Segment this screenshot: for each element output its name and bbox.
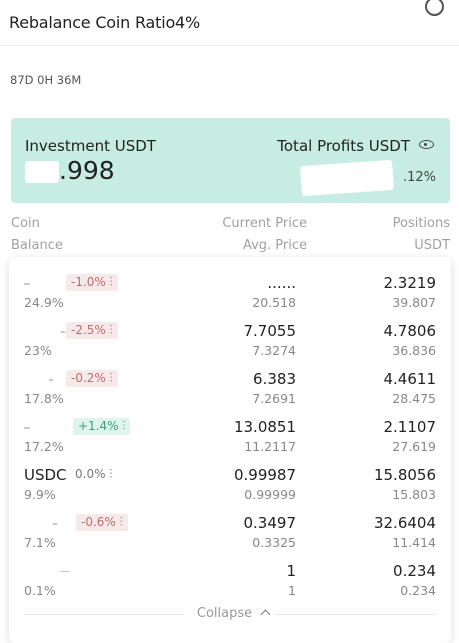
redaction-mask [25, 161, 59, 183]
current-price: 0.99987 [233, 466, 296, 484]
column-header-usdt: USDT [414, 238, 450, 253]
position-usdt: 15.803 [392, 487, 436, 502]
balance-share: 7.1% [24, 535, 56, 550]
table-row[interactable]: USDC 0.0% ⫶ 9.9% 0.99987 0.99999 15.8056… [9, 462, 451, 510]
total-profits-percent: .12% [402, 170, 436, 185]
change-badge: -0.6% ⫶ [76, 514, 128, 531]
total-profits-label: Total Profits USDT [277, 137, 410, 155]
header: Rebalance Coin Ratio4% [0, 0, 459, 46]
candlestick-icon[interactable]: ⫶ [110, 323, 113, 337]
balance-share: 23% [24, 343, 52, 358]
candlestick-icon[interactable]: ⫶ [110, 371, 113, 385]
avg-price: 11.2117 [244, 439, 296, 454]
eye-icon[interactable] [419, 140, 434, 149]
avg-price: 7.2691 [252, 391, 296, 406]
current-price: 7.7055 [243, 322, 297, 340]
table-row[interactable]: -1.0% ⫶ 24.9% ...... 20.518 2.3219 39.80… [9, 270, 451, 318]
position-amount: 2.1107 [383, 418, 437, 436]
balance-share: 17.2% [24, 439, 64, 454]
position-amount: 0.234 [393, 562, 436, 580]
table-row[interactable]: 0.1% 1 1 0.234 0.234 [9, 558, 451, 606]
balance-share: 0.1% [24, 583, 56, 598]
balance-share: 24.9% [24, 295, 64, 310]
avg-price: 20.518 [252, 295, 296, 310]
current-price: 0.3497 [243, 514, 297, 532]
current-price: 6.383 [253, 370, 296, 388]
position-amount: 4.4611 [383, 370, 437, 388]
redacted-coin-name [61, 331, 65, 333]
position-usdt: 28.475 [392, 391, 436, 406]
change-badge: 0.0% ⫶ [75, 467, 113, 481]
table-row[interactable]: -0.6% ⫶ 7.1% 0.3497 0.3325 32.6404 11.41… [9, 510, 451, 558]
column-header-coin: Coin [11, 216, 40, 231]
position-usdt: 11.414 [392, 535, 436, 550]
investment-label: Investment USDT [25, 137, 156, 155]
change-badge: -2.5% ⫶ [66, 322, 118, 339]
page-title: Rebalance Coin Ratio4% [9, 13, 201, 32]
redaction-mask [300, 159, 394, 197]
candlestick-icon[interactable]: ⫶ [122, 419, 125, 433]
position-usdt: 0.234 [400, 583, 436, 598]
coin-list-panel: -1.0% ⫶ 24.9% ...... 20.518 2.3219 39.80… [9, 257, 451, 643]
balance-share: 17.8% [24, 391, 64, 406]
redacted-coin-name [24, 283, 30, 285]
current-price: 1 [286, 562, 296, 580]
candlestick-icon[interactable]: ⫶ [120, 515, 123, 529]
change-badge: -1.0% ⫶ [66, 274, 118, 291]
running-duration: 87D 0H 36M [10, 73, 82, 87]
position-usdt: 39.807 [392, 295, 436, 310]
redacted-coin-name [24, 427, 30, 429]
candlestick-icon[interactable]: ⫶ [109, 467, 112, 481]
candlestick-icon[interactable]: ⫶ [110, 275, 113, 289]
current-price: ...... [267, 274, 296, 292]
position-amount: 15.8056 [373, 466, 436, 484]
coin-name: USDC [24, 466, 67, 484]
position-usdt: 27.619 [392, 439, 436, 454]
balance-share: 9.9% [24, 487, 56, 502]
column-header-positions: Positions [392, 216, 450, 231]
table-row[interactable]: +1.4% ⫶ 17.2% 13.0851 11.2117 2.1107 27.… [9, 414, 451, 462]
redacted-coin-name [53, 523, 57, 525]
summary-card: Investment USDT Total Profits USDT .998 … [11, 118, 450, 203]
current-price: 13.0851 [233, 418, 296, 436]
avg-price: 0.3325 [252, 535, 296, 550]
position-amount: 4.7806 [383, 322, 437, 340]
investment-value: .998 [25, 156, 115, 185]
column-header-avg-price: Avg. Price [242, 238, 307, 253]
position-usdt: 36.836 [392, 343, 436, 358]
redacted-coin-name [49, 379, 53, 381]
collapse-button[interactable]: Collapse [9, 606, 451, 621]
position-amount: 2.3219 [383, 274, 437, 292]
info-circle-icon[interactable] [425, 0, 444, 16]
change-badge: -0.2% ⫶ [66, 370, 118, 387]
table-row[interactable]: -2.5% ⫶ 23% 7.7055 7.3274 4.7806 36.836 [9, 318, 451, 366]
column-header-balance: Balance [11, 238, 63, 253]
avg-price: 7.3274 [252, 343, 296, 358]
avg-price: 0.99999 [244, 487, 296, 502]
redacted-coin-name [60, 571, 70, 572]
table-row[interactable]: -0.2% ⫶ 17.8% 6.383 7.2691 4.4611 28.475 [9, 366, 451, 414]
avg-price: 1 [288, 583, 296, 598]
chevron-up-icon [260, 609, 271, 620]
column-header-current-price: Current Price [222, 216, 307, 231]
position-amount: 32.6404 [373, 514, 436, 532]
change-badge: +1.4% ⫶ [73, 418, 131, 435]
